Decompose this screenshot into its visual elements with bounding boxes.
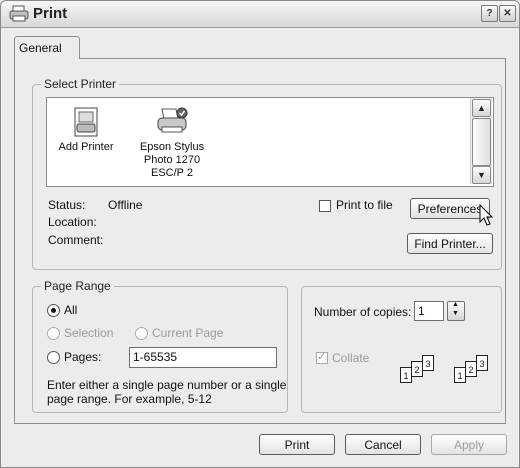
cancel-button[interactable]: Cancel xyxy=(345,434,421,455)
check-icon: ✓ xyxy=(317,351,327,363)
copies-input[interactable]: 1 xyxy=(414,301,444,321)
page-range-hint-line1: Enter either a single page number or a s… xyxy=(47,378,287,392)
print-to-file-label: Print to file xyxy=(336,198,393,212)
printer-icon xyxy=(129,105,215,141)
list-item-add-printer[interactable]: Add Printer xyxy=(56,105,116,154)
pages-radio[interactable] xyxy=(47,351,60,364)
location-label: Location: xyxy=(48,215,97,229)
epson-label-line3: ESC/P 2 xyxy=(151,167,193,179)
comment-label: Comment: xyxy=(48,233,104,247)
tab-general[interactable]: General xyxy=(14,36,80,59)
collate-page-icon: 3 xyxy=(422,355,434,371)
mouse-cursor-icon xyxy=(479,203,495,231)
tab-general-label: General xyxy=(19,41,62,55)
spinner-down-icon[interactable]: ▼ xyxy=(452,310,459,317)
collate-label: Collate xyxy=(332,351,370,365)
spinner-up-icon[interactable]: ▲ xyxy=(452,301,459,308)
current-page-label: Current Page xyxy=(152,326,224,340)
pages-input[interactable]: 1-65535 xyxy=(129,347,277,368)
current-page-radio[interactable] xyxy=(135,327,148,340)
page-range-hint-line2: page range. For example, 5-12 xyxy=(47,392,212,406)
apply-button[interactable]: Apply xyxy=(431,434,507,455)
add-printer-icon xyxy=(56,105,116,141)
page-range-legend: Page Range xyxy=(41,279,114,293)
status-value: Offline xyxy=(108,198,143,212)
print-to-file-checkbox[interactable] xyxy=(319,200,331,212)
selection-label: Selection xyxy=(64,326,114,340)
all-label: All xyxy=(64,303,78,317)
scroll-down-icon[interactable]: ▼ xyxy=(472,166,491,184)
printer-title-icon xyxy=(9,5,29,26)
all-radio[interactable] xyxy=(47,304,60,317)
collate-checkbox[interactable]: ✓ xyxy=(316,351,328,364)
printer-list-scrollbar[interactable]: ▲ ▼ xyxy=(470,98,492,184)
status-label: Status: xyxy=(48,198,86,212)
scroll-thumb[interactable] xyxy=(472,118,491,166)
help-button[interactable]: ? xyxy=(481,5,498,22)
title-bar: Print ? ✕ xyxy=(1,1,519,28)
epson-label-line2: Photo 1270 xyxy=(143,154,201,166)
print-button[interactable]: Print xyxy=(259,434,335,455)
pages-label: Pages: xyxy=(64,350,102,364)
print-dialog: Print ? ✕ General Select Printer Add Pri… xyxy=(0,0,520,468)
close-icon[interactable]: ✕ xyxy=(499,5,516,22)
add-printer-label: Add Printer xyxy=(58,141,114,153)
find-printer-button[interactable]: Find Printer... xyxy=(407,233,493,254)
select-printer-legend: Select Printer xyxy=(41,77,120,91)
copies-spinner[interactable]: ▲ ▼ xyxy=(447,301,465,321)
preferences-button[interactable]: Preferences xyxy=(410,198,490,219)
epson-label-line1: Epson Stylus xyxy=(139,141,205,153)
window-title: Print xyxy=(33,5,68,22)
scroll-up-icon[interactable]: ▲ xyxy=(472,99,491,117)
collate-page-icon: 3 xyxy=(476,355,488,371)
number-of-copies-label: Number of copies: xyxy=(314,305,412,319)
list-item-epson-printer[interactable]: Epson Stylus Photo 1270 ESC/P 2 xyxy=(129,105,215,180)
selection-radio[interactable] xyxy=(47,327,60,340)
